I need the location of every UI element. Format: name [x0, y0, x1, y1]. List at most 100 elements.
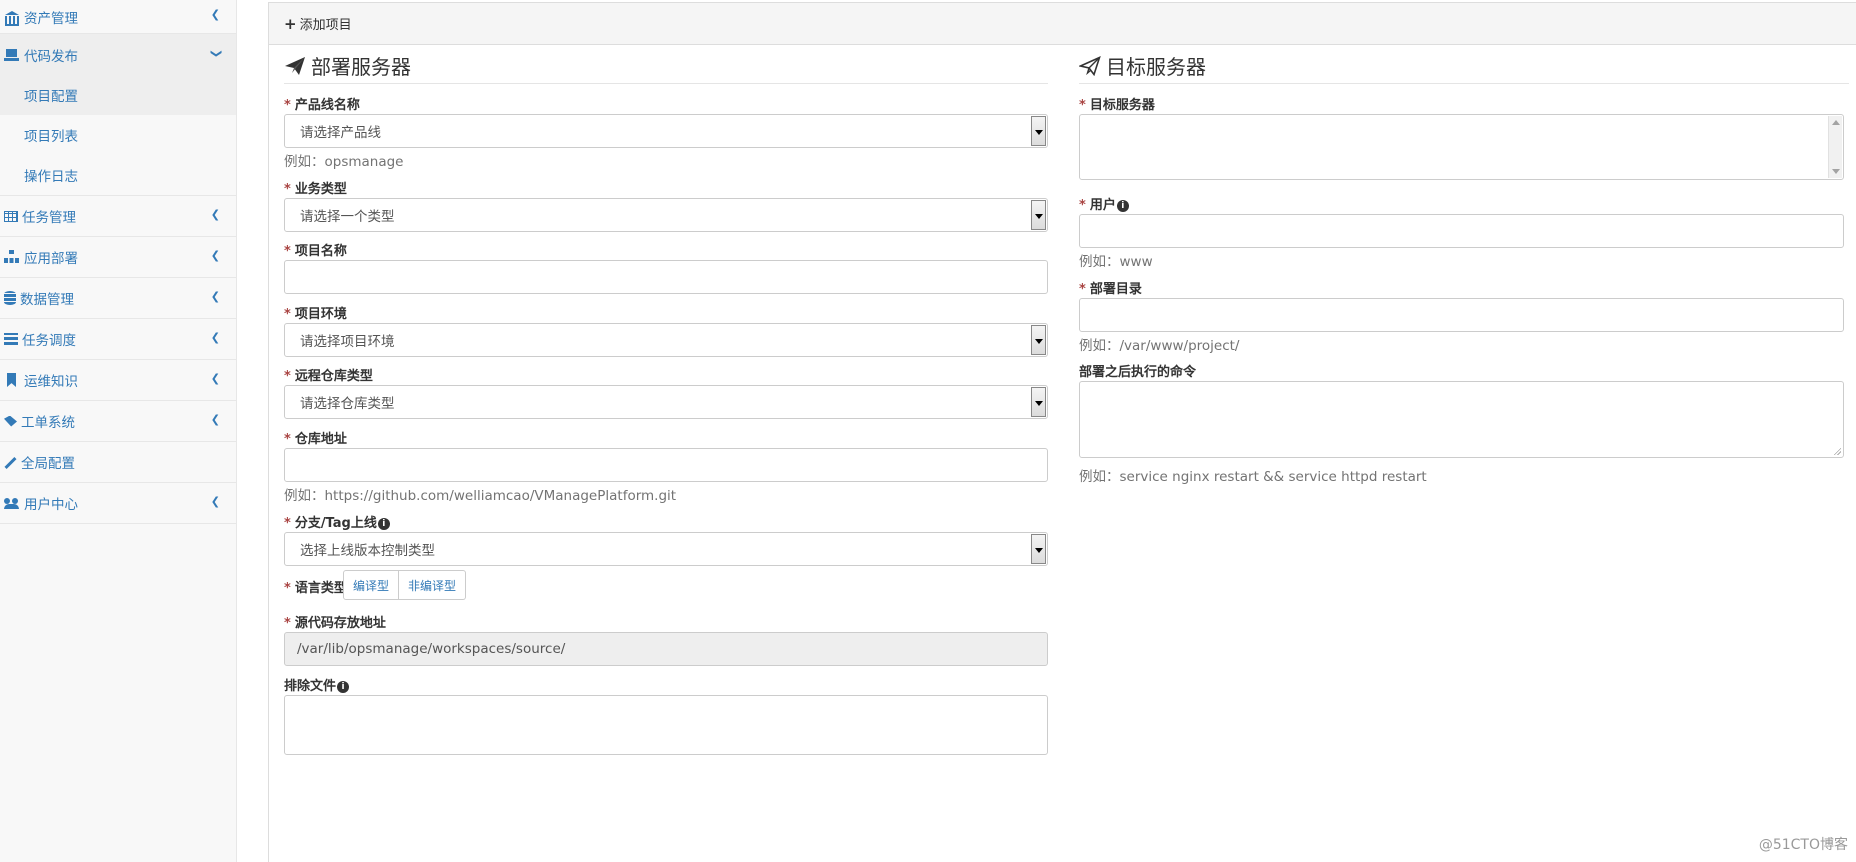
sidebar-item-label: 应用部署 — [24, 251, 78, 267]
plus-icon: + — [284, 14, 297, 33]
branch-tag-label: * 分支/Tag上线 i — [284, 512, 390, 531]
dropdown-arrow-icon[interactable] — [1031, 200, 1046, 230]
select-value: 请选择仓库类型 — [300, 396, 395, 412]
sidebar-item-knowledge[interactable]: 运维知识 ❮ — [0, 360, 236, 401]
database-icon — [4, 291, 16, 305]
info-icon[interactable]: i — [1116, 200, 1129, 212]
chevron-left-icon: ❮ — [210, 372, 220, 385]
source-dir-input[interactable]: /var/lib/opsmanage/workspaces/source/ — [284, 632, 1048, 666]
sidebar-item-label: 数据管理 — [20, 292, 74, 308]
target-servers-multiselect[interactable] — [1079, 114, 1844, 180]
product-line-help: 例如：opsmanage — [284, 154, 404, 170]
dropdown-arrow-icon[interactable] — [1031, 116, 1046, 146]
chevron-left-icon: ❮ — [210, 413, 220, 426]
sidebar-item-global-config[interactable]: 全局配置 — [0, 442, 236, 483]
sidebar-item-label: 代码发布 — [24, 48, 78, 65]
select-value: 请选择项目环境 — [300, 334, 395, 350]
deploy-dir-input[interactable] — [1079, 298, 1844, 332]
project-env-select[interactable]: 请选择项目环境 — [284, 323, 1048, 357]
chevron-left-icon: ❮ — [210, 290, 220, 303]
sidebar-item-tickets[interactable]: 工单系统 ❮ — [0, 401, 236, 442]
sidebar-subitem-project-list[interactable]: 项目列表 — [0, 115, 236, 155]
paper-plane-icon — [285, 56, 305, 75]
repo-url-label: * 仓库地址 — [284, 432, 347, 447]
bookmark-icon — [7, 373, 16, 387]
scrollbar[interactable] — [1828, 116, 1842, 178]
repo-url-help: 例如：https://github.com/welliamcao/VManage… — [284, 488, 677, 504]
bank-icon — [4, 10, 20, 26]
sidebar-subitem-operation-log[interactable]: 操作日志 — [0, 155, 236, 195]
sidebar-item-users[interactable]: 用户中心 ❮ — [0, 483, 236, 524]
project-env-label: * 项目环境 — [284, 307, 347, 322]
sitemap-icon — [4, 250, 20, 264]
dropdown-arrow-icon[interactable] — [1031, 387, 1046, 417]
watermark: @51CTO博客 — [1758, 837, 1848, 853]
users-icon — [4, 496, 20, 510]
deploy-dir-help: 例如：/var/www/project/ — [1079, 338, 1240, 354]
dropdown-arrow-icon[interactable] — [1031, 325, 1046, 355]
sidebar-item-label: 任务管理 — [22, 210, 76, 226]
target-section-title: 目标服务器 — [1079, 51, 1849, 84]
business-type-select[interactable]: 请选择一个类型 — [284, 198, 1048, 232]
repo-type-label: * 远程仓库类型 — [284, 369, 373, 384]
exclude-files-textarea[interactable] — [284, 695, 1048, 755]
post-command-help: 例如：service nginx restart && service http… — [1079, 469, 1427, 485]
post-command-textarea[interactable] — [1079, 381, 1844, 458]
paper-plane-outline-icon — [1079, 55, 1101, 76]
select-value: 请选择产品线 — [300, 125, 381, 141]
sidebar-item-label: 资产管理 — [24, 10, 78, 27]
project-name-input[interactable] — [284, 260, 1048, 294]
sidebar-item-tasks[interactable]: 任务管理 ❮ — [0, 196, 236, 237]
language-button-group: 编译型 非编译型 — [343, 570, 467, 600]
sidebar-item-data[interactable]: 数据管理 ❮ — [0, 278, 236, 319]
sidebar-submenu: 项目配置 项目列表 操作日志 — [0, 75, 236, 196]
chevron-left-icon: ❮ — [210, 331, 220, 344]
section-title-text: 部署服务器 — [311, 55, 411, 79]
sidebar: 资产管理 ❮ 代码发布 ❮ 项目配置 项目列表 操作日志 任务管理 ❮ 应用部署… — [0, 0, 237, 862]
sidebar-item-label: 用户中心 — [24, 497, 78, 513]
sidebar-item-app-deploy[interactable]: 应用部署 ❮ — [0, 237, 236, 278]
language-label: * 语言类型: — [284, 581, 353, 596]
laptop-icon — [4, 48, 20, 62]
chevron-left-icon: ❮ — [210, 208, 220, 221]
info-icon[interactable]: i — [377, 518, 390, 530]
sidebar-item-scheduler[interactable]: 任务调度 ❮ — [0, 319, 236, 360]
target-servers-label: * 目标服务器 — [1079, 98, 1155, 113]
select-value: 选择上线版本控制类型 — [300, 543, 435, 559]
chevron-down-icon: ❮ — [208, 48, 222, 59]
section-title-text: 目标服务器 — [1106, 55, 1206, 79]
business-type-label: * 业务类型 — [284, 182, 347, 197]
post-command-label: 部署之后执行的命令 — [1079, 365, 1197, 380]
sidebar-subitem-project-config[interactable]: 项目配置 — [0, 75, 236, 115]
user-label: * 用户 i — [1079, 194, 1129, 213]
dropdown-arrow-icon[interactable] — [1031, 534, 1046, 564]
sidebar-item-label: 运维知识 — [24, 374, 78, 390]
compiled-button[interactable]: 编译型 — [343, 570, 400, 600]
chevron-left-icon: ❮ — [210, 249, 220, 262]
tasks-icon — [4, 333, 18, 345]
select-value: 请选择一个类型 — [300, 209, 395, 225]
user-help: 例如：www — [1079, 254, 1153, 270]
deploy-section-title: 部署服务器 — [284, 51, 1048, 84]
sidebar-item-code-release[interactable]: 代码发布 ❮ — [0, 34, 236, 75]
add-project-panel: + 添加项目 部署服务器 * 产品线名称 请选择产品线 例如：opsmanage … — [268, 2, 1856, 862]
sidebar-item-label: 全局配置 — [21, 456, 75, 472]
panel-heading: + 添加项目 — [269, 3, 1856, 45]
sidebar-item-label: 工单系统 — [21, 415, 75, 431]
panel-title: 添加项目 — [299, 18, 352, 33]
interpreted-button[interactable]: 非编译型 — [399, 570, 467, 600]
wrench-icon — [4, 456, 17, 469]
source-dir-label: * 源代码存放地址 — [284, 616, 386, 631]
branch-tag-select[interactable]: 选择上线版本控制类型 — [284, 532, 1048, 566]
sidebar-item-label: 任务调度 — [22, 333, 76, 349]
repo-url-input[interactable] — [284, 448, 1048, 482]
sidebar-item-assets[interactable]: 资产管理 ❮ — [0, 0, 236, 34]
info-icon[interactable]: i — [337, 681, 350, 693]
exclude-files-label: 排除文件 i — [284, 675, 350, 694]
repo-type-select[interactable]: 请选择仓库类型 — [284, 385, 1048, 419]
tag-icon — [4, 415, 17, 427]
user-input[interactable] — [1079, 214, 1844, 248]
resize-grip-icon[interactable] — [1833, 447, 1841, 455]
product-line-select[interactable]: 请选择产品线 — [284, 114, 1048, 148]
project-name-label: * 项目名称 — [284, 244, 347, 259]
